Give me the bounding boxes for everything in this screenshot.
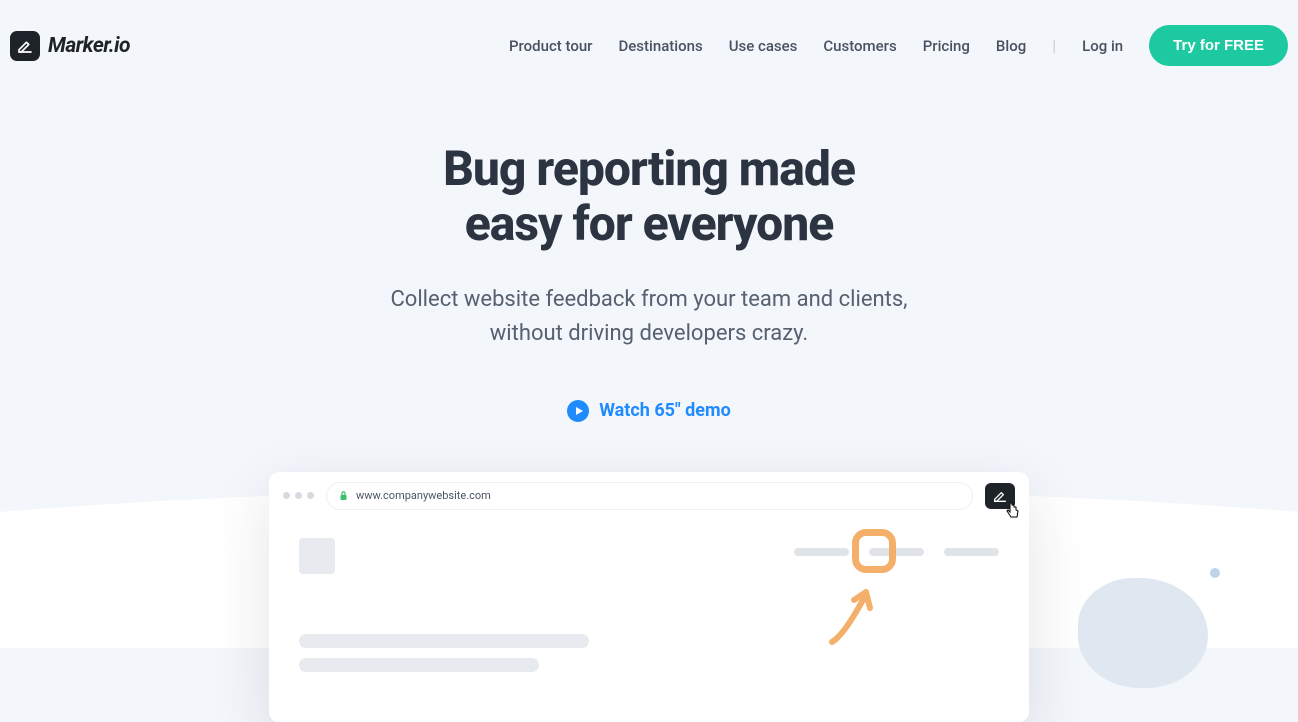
- demo-label: Watch 65" demo: [599, 400, 731, 421]
- marker-logo-icon: [10, 31, 40, 61]
- nav-pricing[interactable]: Pricing: [923, 37, 970, 55]
- main-nav: Product tour Destinations Use cases Cust…: [509, 25, 1288, 66]
- traffic-dot: [295, 492, 302, 499]
- url-text: www.companywebsite.com: [356, 489, 491, 502]
- brand-logo[interactable]: Marker.io: [10, 31, 130, 61]
- placeholder-line: [299, 634, 589, 648]
- nav-use-cases[interactable]: Use cases: [729, 37, 798, 55]
- hero-title: Bug reporting made easy for everyone: [0, 141, 1298, 251]
- placeholder-nav-item: [794, 548, 849, 556]
- placeholder-line: [299, 658, 539, 672]
- hero-title-line1: Bug reporting made: [443, 140, 855, 197]
- try-free-button[interactable]: Try for FREE: [1149, 25, 1288, 66]
- annotation-square: [852, 529, 896, 573]
- watch-demo-link[interactable]: Watch 65" demo: [567, 400, 731, 422]
- hero-sub-line1: Collect website feedback from your team …: [390, 287, 907, 312]
- nav-product-tour[interactable]: Product tour: [509, 37, 593, 55]
- hero-sub-line2: without driving developers crazy.: [490, 321, 808, 346]
- lock-icon: [339, 490, 348, 501]
- browser-mockup: www.companywebsite.com: [269, 472, 1029, 722]
- placeholder-text-lines: [299, 634, 999, 672]
- placeholder-nav: [794, 548, 999, 556]
- traffic-dot: [283, 492, 290, 499]
- hero-subtitle: Collect website feedback from your team …: [0, 283, 1298, 351]
- hero-title-line2: easy for everyone: [465, 195, 833, 252]
- nav-login[interactable]: Log in: [1082, 37, 1123, 55]
- annotation-arrow: [824, 580, 884, 650]
- hero-section: Bug reporting made easy for everyone Col…: [0, 91, 1298, 722]
- brand-name: Marker.io: [48, 34, 130, 58]
- nav-divider: |: [1052, 36, 1056, 55]
- traffic-lights: [283, 492, 314, 499]
- url-bar: www.companywebsite.com: [326, 482, 973, 510]
- nav-customers[interactable]: Customers: [823, 37, 896, 55]
- mock-page-body: [269, 520, 1029, 722]
- site-header: Marker.io Product tour Destinations Use …: [0, 0, 1298, 91]
- play-icon: [567, 400, 589, 422]
- nav-blog[interactable]: Blog: [996, 37, 1026, 55]
- marker-extension-button[interactable]: [985, 483, 1015, 509]
- placeholder-logo: [299, 538, 335, 574]
- nav-destinations[interactable]: Destinations: [618, 37, 702, 55]
- browser-chrome: www.companywebsite.com: [269, 472, 1029, 520]
- traffic-dot: [307, 492, 314, 499]
- placeholder-nav-item: [944, 548, 999, 556]
